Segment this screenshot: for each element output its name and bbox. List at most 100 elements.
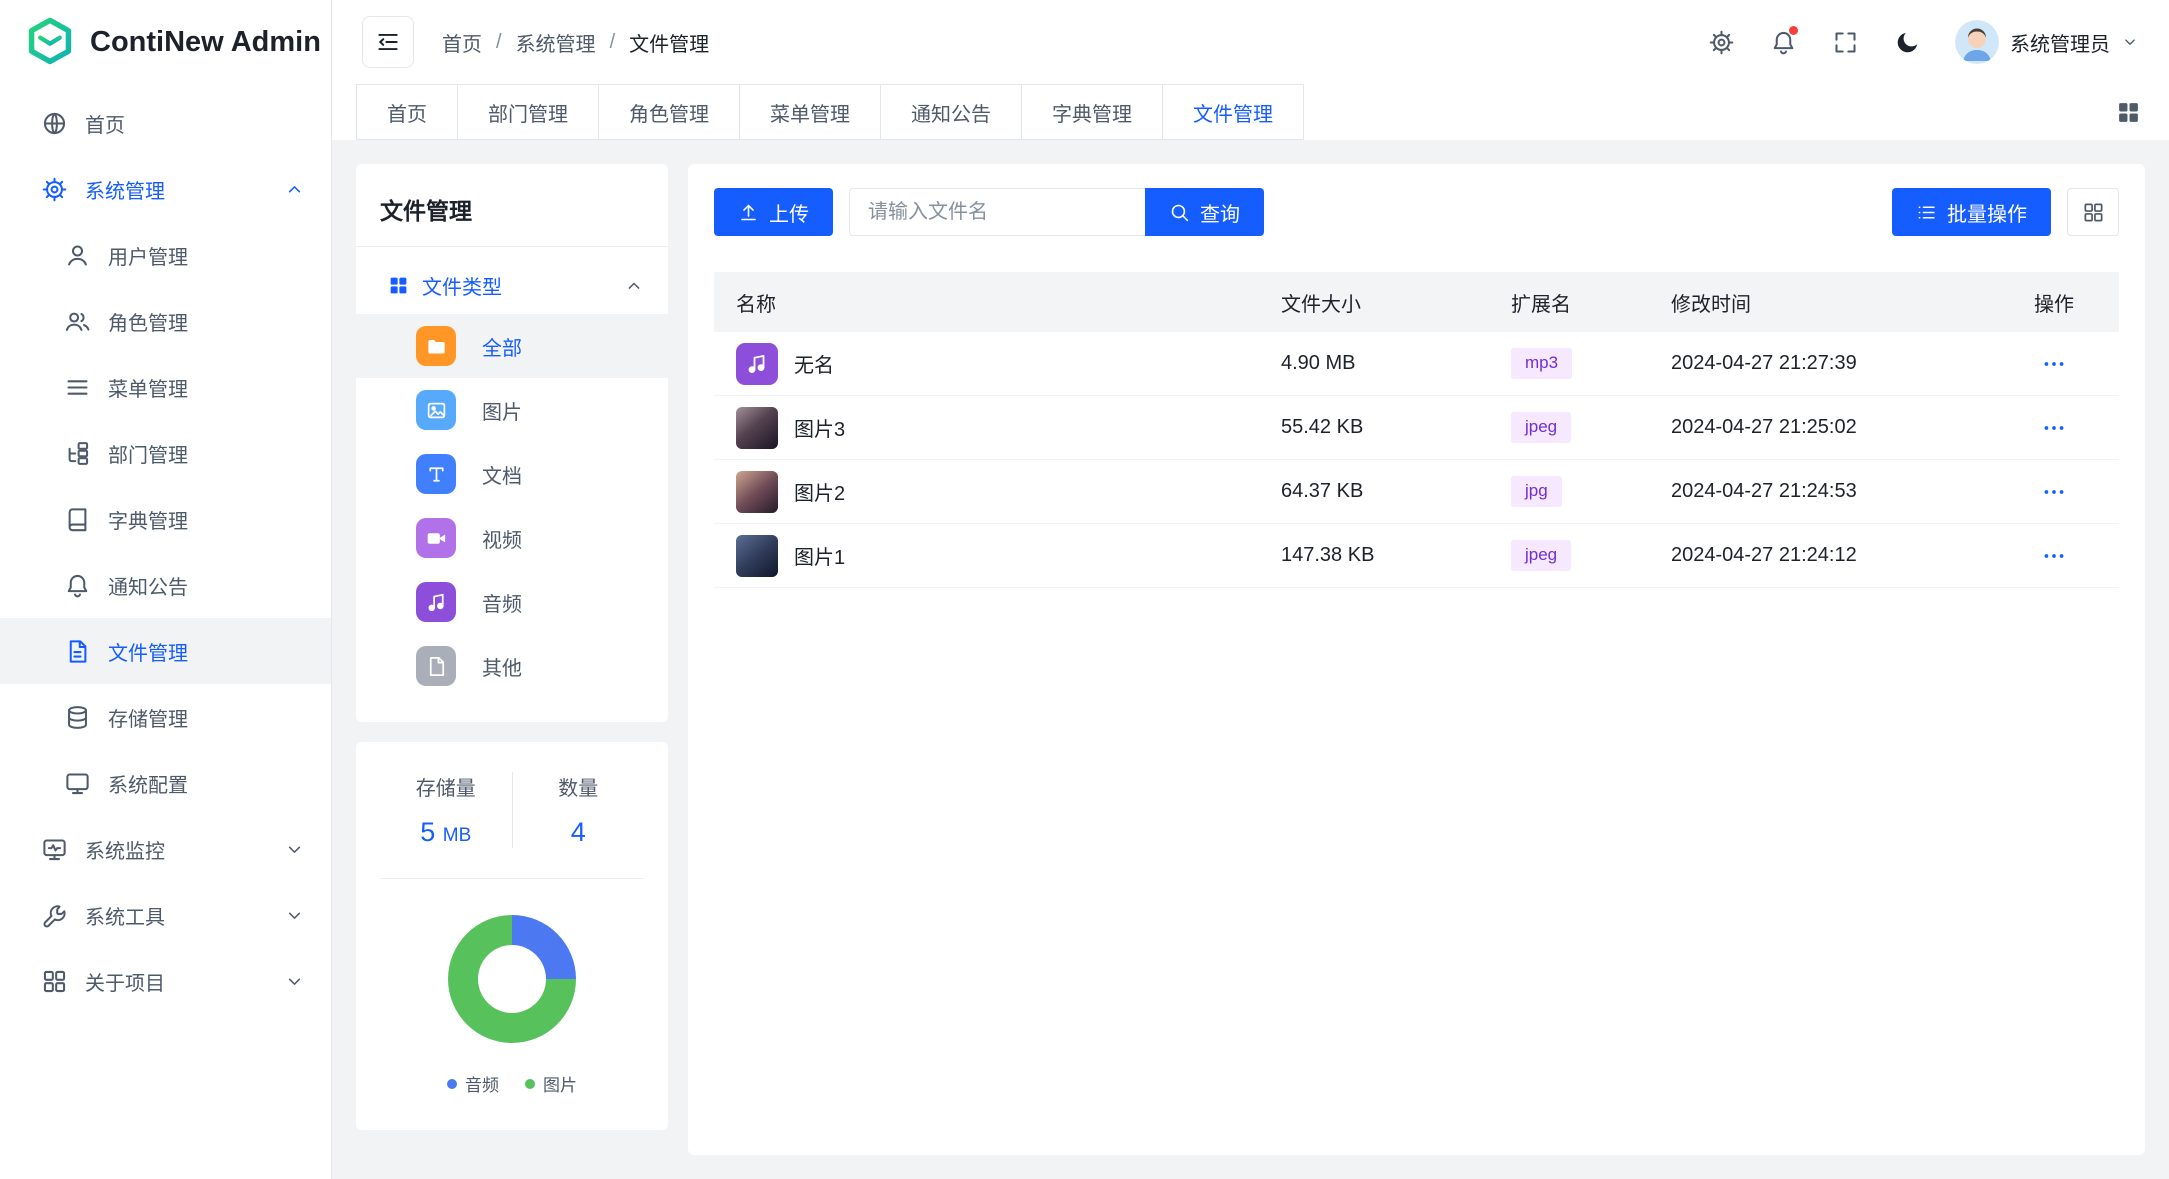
user-menu[interactable]: 系统管理员: [1955, 20, 2139, 64]
file-type-documents[interactable]: 文档: [356, 442, 668, 506]
notification-badge: [1789, 26, 1798, 35]
apps-grid-icon[interactable]: [2116, 100, 2141, 125]
actions-cell: [1989, 477, 2119, 507]
count-value: 4: [513, 817, 645, 848]
book-icon: [64, 506, 91, 533]
sidebar-item-system-monitor[interactable]: 系统监控: [0, 816, 331, 882]
file-modified-time: 2024-04-27 21:27:39: [1649, 352, 1989, 375]
query-button[interactable]: 查询: [1145, 188, 1264, 236]
row-actions-more-icon[interactable]: [2039, 477, 2069, 507]
storage-value: 5 MB: [380, 817, 512, 848]
sidebar-item-system-tools[interactable]: 系统工具: [0, 882, 331, 948]
file-type-group-toggle[interactable]: 文件类型: [380, 271, 644, 300]
sidebar-item-label: 文件管理: [108, 637, 188, 666]
sidebar-item-dictionary-management[interactable]: 字典管理: [0, 486, 331, 552]
dark-mode-moon-icon[interactable]: [1891, 26, 1923, 58]
cube-logo-icon: [24, 16, 76, 68]
breadcrumb-item[interactable]: 系统管理: [516, 28, 596, 57]
sidebar-item-about-project[interactable]: 关于项目: [0, 948, 331, 1014]
header-actions: 系统管理员: [1705, 20, 2139, 64]
sidebar-item-user-management[interactable]: 用户管理: [0, 222, 331, 288]
sidebar-item-notice[interactable]: 通知公告: [0, 552, 331, 618]
tab-department-management[interactable]: 部门管理: [457, 84, 599, 140]
upload-button-label: 上传: [769, 198, 809, 227]
file-icon: [64, 638, 91, 665]
sidebar-item-file-management[interactable]: 文件管理: [0, 618, 331, 684]
sidebar-item-menu-management[interactable]: 菜单管理: [0, 354, 331, 420]
collapse-sidebar-button[interactable]: [362, 16, 414, 68]
file-type-images[interactable]: 图片: [356, 378, 668, 442]
list-icon: [1916, 202, 1937, 223]
sidebar-item-department-management[interactable]: 部门管理: [0, 420, 331, 486]
sidebar-item-storage-management[interactable]: 存储管理: [0, 684, 331, 750]
grid-view-icon: [2082, 201, 2105, 224]
file-type-label: 音频: [482, 588, 522, 617]
file-type-all[interactable]: 全部: [356, 314, 668, 378]
file-type-list: 全部 图片 文档 视频: [380, 314, 644, 698]
legend-item-images[interactable]: 图片: [525, 1071, 577, 1096]
tab-notice[interactable]: 通知公告: [880, 84, 1022, 140]
sidebar-item-system-management[interactable]: 系统管理: [0, 156, 331, 222]
grid-view-button[interactable]: [2067, 188, 2119, 236]
storage-stats-panel: 存储量 5 MB 数量 4 音频: [356, 742, 668, 1130]
row-actions-more-icon[interactable]: [2039, 541, 2069, 571]
sidebar-item-label: 字典管理: [108, 505, 188, 534]
tab-file-management[interactable]: 文件管理: [1162, 84, 1304, 140]
file-modified-time: 2024-04-27 21:25:02: [1649, 416, 1989, 439]
row-actions-more-icon[interactable]: [2039, 413, 2069, 443]
chevron-down-icon: [284, 905, 305, 926]
file-list-panel: 上传 查询 批量操作: [688, 164, 2145, 1155]
globe-icon: [41, 110, 68, 137]
legend-item-audio[interactable]: 音频: [447, 1071, 499, 1096]
audio-file-icon: [736, 343, 778, 385]
tab-menu-management[interactable]: 菜单管理: [739, 84, 881, 140]
file-type-label: 图片: [482, 396, 522, 425]
file-modified-time: 2024-04-27 21:24:53: [1649, 480, 1989, 503]
file-type-label: 其他: [482, 652, 522, 681]
settings-icon[interactable]: [1705, 26, 1737, 58]
row-actions-more-icon[interactable]: [2039, 349, 2069, 379]
file-type-label: 全部: [482, 332, 522, 361]
chart-legend: 音频 图片: [380, 1071, 644, 1096]
fullscreen-icon[interactable]: [1829, 26, 1861, 58]
tab-role-management[interactable]: 角色管理: [598, 84, 740, 140]
table-row[interactable]: 图片2 64.37 KB jpg 2024-04-27 21:24:53: [714, 460, 2119, 524]
tab-home[interactable]: 首页: [356, 84, 458, 140]
upload-button[interactable]: 上传: [714, 188, 833, 236]
users-icon: [64, 308, 91, 335]
sidebar-menu: 首页 系统管理 用户管理 角色管理 菜单管理 部门管理 字典管理: [0, 84, 331, 1179]
menu-fold-icon: [375, 29, 401, 55]
tab-dictionary-management[interactable]: 字典管理: [1021, 84, 1163, 140]
file-type-label: 视频: [482, 524, 522, 553]
batch-operations-button[interactable]: 批量操作: [1892, 188, 2051, 236]
sidebar-item-label: 首页: [85, 109, 125, 138]
sidebar-item-label: 系统管理: [85, 175, 165, 204]
sidebar: ContiNew Admin 首页 系统管理 用户管理 角色管理 菜单管理 部门…: [0, 0, 332, 1179]
file-ext-tag: jpeg: [1511, 412, 1571, 442]
table-row[interactable]: 图片1 147.38 KB jpeg 2024-04-27 21:24:12: [714, 524, 2119, 588]
column-header-ext: 扩展名: [1489, 288, 1649, 317]
file-type-other[interactable]: 其他: [356, 634, 668, 698]
table-row[interactable]: 无名 4.90 MB mp3 2024-04-27 21:27:39: [714, 332, 2119, 396]
file-ext-tag: mp3: [1511, 348, 1572, 378]
table-row[interactable]: 图片3 55.42 KB jpeg 2024-04-27 21:25:02: [714, 396, 2119, 460]
sidebar-item-home[interactable]: 首页: [0, 90, 331, 156]
tab-label: 首页: [387, 98, 427, 127]
sidebar-item-system-config[interactable]: 系统配置: [0, 750, 331, 816]
breadcrumb-item[interactable]: 首页: [442, 28, 482, 57]
breadcrumb-item-current: 文件管理: [629, 28, 709, 57]
app-logo[interactable]: ContiNew Admin: [0, 0, 331, 84]
database-icon: [64, 704, 91, 731]
chevron-down-icon: [284, 839, 305, 860]
user-icon: [64, 242, 91, 269]
search-group: 查询: [849, 188, 1264, 236]
search-input[interactable]: [849, 188, 1145, 236]
sidebar-item-role-management[interactable]: 角色管理: [0, 288, 331, 354]
actions-cell: [1989, 541, 2119, 571]
ext-cell: jpeg: [1489, 540, 1649, 570]
image-icon: [416, 390, 456, 430]
storage-stat: 存储量 5 MB: [380, 772, 512, 848]
notification-bell-icon[interactable]: [1767, 26, 1799, 58]
file-type-videos[interactable]: 视频: [356, 506, 668, 570]
file-type-audio[interactable]: 音频: [356, 570, 668, 634]
